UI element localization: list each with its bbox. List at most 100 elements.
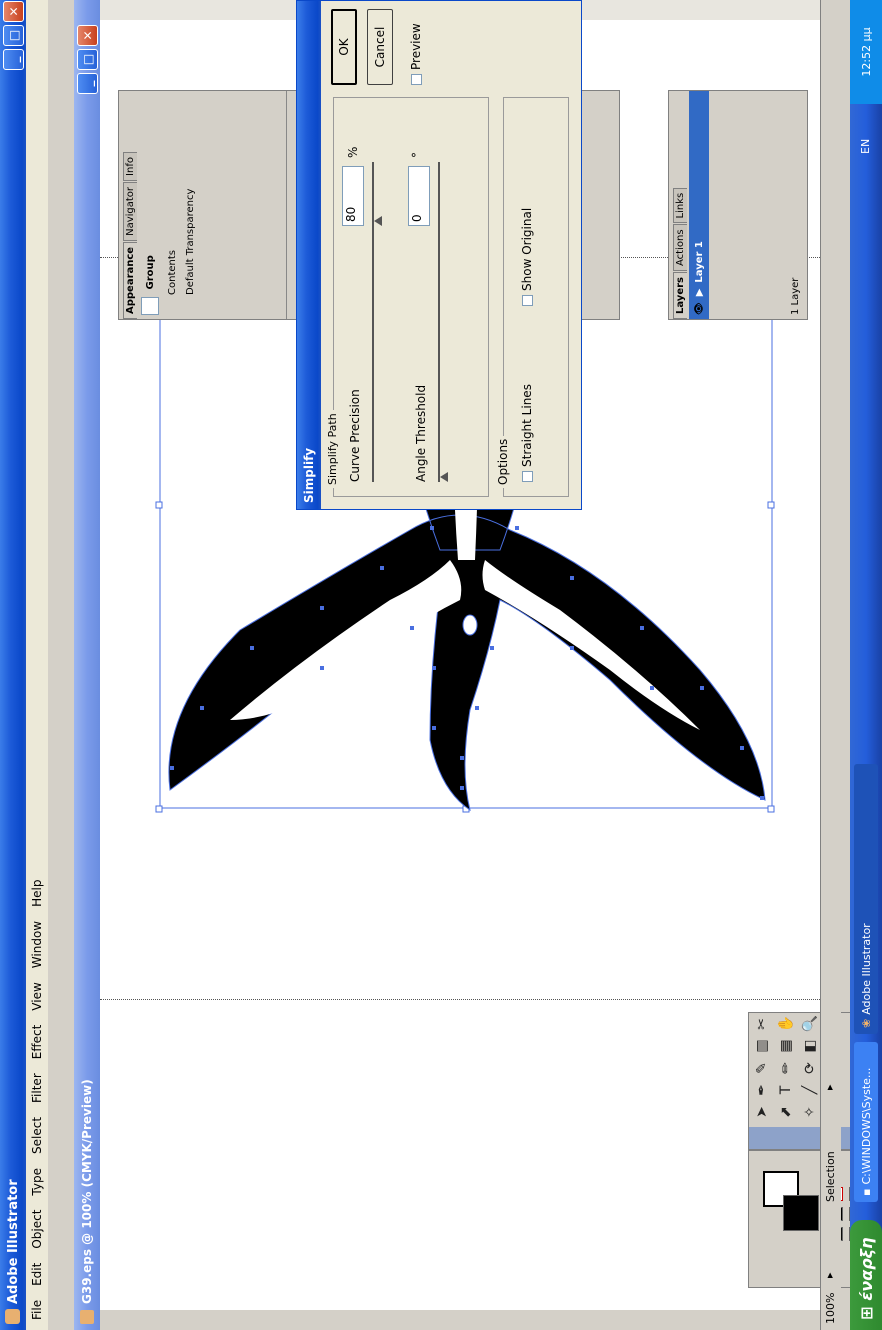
gradient-tool-icon[interactable]: ◧	[799, 1035, 821, 1057]
straight-lines-option[interactable]: Straight Lines	[520, 384, 534, 482]
appearance-transparency: Default Transparency	[185, 188, 196, 295]
zoom-dropdown-icon[interactable]: ▸	[823, 1272, 836, 1278]
system-tray: 12:52 μμ	[850, 0, 882, 104]
fill-swatch[interactable]	[783, 1195, 819, 1231]
tab-navigator[interactable]: Navigator	[123, 181, 137, 241]
options-title: Options	[496, 435, 510, 488]
doc-close-button[interactable]: ✕	[77, 25, 98, 46]
curve-precision-slider[interactable]	[372, 162, 382, 482]
status-dropdown-icon[interactable]: ▸	[823, 1084, 836, 1090]
tab-appearance[interactable]: Appearance	[123, 241, 137, 319]
magic-wand-tool-icon[interactable]: ✧	[799, 1101, 821, 1123]
tab-actions[interactable]: Actions	[673, 224, 687, 271]
doc-maximize-button[interactable]: □	[77, 49, 98, 70]
pencil-tool-icon[interactable]: ✏	[775, 1057, 797, 1079]
angle-threshold-label: Angle Threshold	[414, 384, 428, 482]
menu-type[interactable]: Type	[30, 1168, 44, 1196]
menu-view[interactable]: View	[30, 982, 44, 1010]
illustrator-task-icon: ❀	[859, 1018, 873, 1028]
preview-option[interactable]: Preview	[409, 23, 423, 85]
scissors-tool-icon[interactable]: ✂	[751, 1013, 773, 1035]
task-illustrator-label[interactable]: Adobe Illustrator	[860, 923, 873, 1015]
paintbrush-tool-icon[interactable]: ✎	[751, 1057, 773, 1079]
angle-threshold-slider[interactable]	[438, 162, 448, 482]
task-illustrator[interactable]: ❀ Adobe Illustrator	[854, 764, 878, 1034]
minimize-button[interactable]: _	[3, 49, 24, 70]
menu-window[interactable]: Window	[30, 921, 44, 968]
appearance-contents: Contents	[167, 250, 178, 295]
curve-precision-thumb[interactable]	[374, 216, 382, 226]
straight-lines-checkbox[interactable]	[522, 471, 533, 482]
menu-select[interactable]: Select	[30, 1117, 44, 1154]
appearance-swatch	[141, 297, 159, 315]
tab-info[interactable]: Info	[123, 152, 137, 181]
pen-tool-icon[interactable]: ✒	[751, 1079, 773, 1101]
angle-threshold-thumb[interactable]	[440, 472, 448, 482]
curve-precision-unit: %	[346, 146, 360, 158]
simplify-path-title: Simplify Path	[326, 410, 339, 488]
rotate-tool-icon[interactable]: ⟳	[799, 1057, 821, 1079]
cancel-button[interactable]: Cancel	[367, 9, 393, 85]
show-original-label[interactable]: Show Original	[520, 208, 534, 291]
zoom-tool-icon[interactable]: 🔍	[799, 1013, 821, 1035]
task-cmd-label[interactable]: C:\WINDOWS\Syste...	[860, 1068, 873, 1185]
straight-lines-label[interactable]: Straight Lines	[520, 384, 534, 467]
simplify-title-bar: Simplify	[297, 1, 321, 509]
layer-name[interactable]: Layer 1	[694, 241, 705, 282]
language-indicator[interactable]: EN	[859, 139, 872, 154]
clock: 12:52 μμ	[859, 27, 873, 77]
menu-file[interactable]: File	[30, 1300, 44, 1320]
type-tool-icon[interactable]: T	[775, 1079, 797, 1101]
bbox-handle[interactable]	[155, 501, 163, 509]
current-tool-label[interactable]: Selection	[824, 1151, 837, 1202]
angle-threshold-field[interactable]: 0	[408, 166, 430, 226]
status-bar: 100% ▸ Selection ▸	[820, 0, 841, 1330]
bbox-handle[interactable]	[767, 805, 775, 813]
screen: Adobe Illustrator _ □ ✕ File Edit Object…	[0, 0, 882, 1330]
simplify-title: Simplify	[302, 447, 316, 503]
start-label[interactable]: έναρξη	[857, 1238, 876, 1301]
direct-selection-tool-icon[interactable]: ⬈	[775, 1101, 797, 1123]
zoom-level[interactable]: 100%	[824, 1293, 837, 1324]
graph-tool-icon[interactable]: ▥	[751, 1035, 773, 1057]
bbox-handle[interactable]	[155, 805, 163, 813]
document-title: G39.eps @ 100% (CMYK/Preview)	[80, 1079, 94, 1304]
menu-filter[interactable]: Filter	[30, 1073, 44, 1103]
preview-checkbox[interactable]	[411, 74, 422, 85]
doc-minimize-button[interactable]: _	[77, 73, 98, 94]
preview-label[interactable]: Preview	[409, 23, 423, 70]
maximize-button[interactable]: □	[3, 25, 24, 46]
mesh-tool-icon[interactable]: ▦	[775, 1035, 797, 1057]
bbox-handle[interactable]	[767, 501, 775, 509]
layers-panel: Layers Actions Links 👁 ▶ Layer 1 1 Layer	[668, 90, 808, 320]
menu-edit[interactable]: Edit	[30, 1263, 44, 1286]
show-original-checkbox[interactable]	[522, 295, 533, 306]
simplify-path-group: Simplify Path Curve Precision 80 % Angle…	[326, 97, 489, 497]
curve-precision-field[interactable]: 80	[342, 166, 364, 226]
selection-tool-icon[interactable]: ➤	[751, 1101, 773, 1123]
layer-row[interactable]: 👁 ▶ Layer 1	[689, 91, 709, 319]
menu-help[interactable]: Help	[30, 880, 44, 907]
line-tool-icon[interactable]: ╱	[799, 1079, 821, 1101]
app-title-bar: Adobe Illustrator _ □ ✕	[0, 0, 26, 1330]
appearance-panel: Appearance Navigator Info Group Contents…	[118, 90, 318, 320]
task-cmd[interactable]: ▪ C:\WINDOWS\Syste...	[854, 1042, 878, 1202]
close-button[interactable]: ✕	[3, 1, 24, 22]
show-original-option[interactable]: Show Original	[520, 208, 534, 306]
hand-tool-icon[interactable]: ✋	[775, 1013, 797, 1035]
tab-layers[interactable]: Layers	[673, 272, 687, 319]
menu-object[interactable]: Object	[30, 1210, 44, 1249]
tab-links[interactable]: Links	[673, 187, 687, 224]
expand-triangle-icon[interactable]: ▶	[694, 289, 705, 297]
visibility-eye-icon[interactable]: 👁	[694, 302, 705, 315]
start-button[interactable]: ⊞ έναρξη	[850, 1220, 882, 1330]
artboard-edge-left	[100, 999, 820, 1000]
menu-effect[interactable]: Effect	[30, 1025, 44, 1060]
cmd-icon: ▪	[859, 1188, 873, 1196]
app-title: Adobe Illustrator	[5, 1179, 21, 1304]
curve-precision-value[interactable]: 80	[344, 207, 358, 222]
illustrator-logo-icon	[5, 1309, 20, 1324]
angle-threshold-value[interactable]: 0	[410, 214, 424, 222]
appearance-item: Group	[141, 255, 159, 315]
ok-button[interactable]: OK	[331, 9, 357, 85]
